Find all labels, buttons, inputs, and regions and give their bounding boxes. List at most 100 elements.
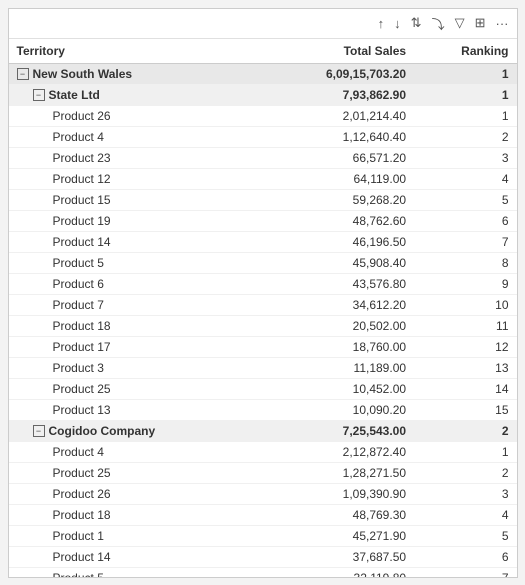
cell-ranking: 5 (414, 189, 516, 210)
cell-territory: Product 18 (9, 504, 259, 525)
table-row: Product 251,28,271.502 (9, 462, 517, 483)
table-row: Product 1820,502.0011 (9, 315, 517, 336)
cell-territory: Product 1 (9, 525, 259, 546)
cell-territory: −State Ltd (9, 84, 259, 105)
cell-ranking: 9 (414, 273, 516, 294)
cell-ranking: 14 (414, 378, 516, 399)
table-row: Product 311,189.0013 (9, 357, 517, 378)
layout-icon[interactable]: ⊞ (473, 14, 488, 32)
table-row: Product 532,119.807 (9, 567, 517, 577)
table-row: Product 1718,760.0012 (9, 336, 517, 357)
cell-ranking: 8 (414, 252, 516, 273)
table-row: Product 1948,762.606 (9, 210, 517, 231)
expand-icon[interactable]: − (33, 425, 45, 437)
cell-territory: Product 6 (9, 273, 259, 294)
table-header-row: Territory Total Sales Ranking (9, 39, 517, 64)
table-row: Product 643,576.809 (9, 273, 517, 294)
cell-sales: 48,769.30 (259, 504, 414, 525)
col-total-sales: Total Sales (259, 39, 414, 64)
cell-sales: 20,502.00 (259, 315, 414, 336)
cell-ranking: 7 (414, 231, 516, 252)
cell-territory: Product 14 (9, 546, 259, 567)
cell-ranking: 1 (414, 105, 516, 126)
cell-sales: 45,271.90 (259, 525, 414, 546)
cell-ranking: 2 (414, 420, 516, 441)
cell-territory: Product 26 (9, 105, 259, 126)
cell-territory: Product 19 (9, 210, 259, 231)
col-territory: Territory (9, 39, 259, 64)
expand-icon[interactable]: − (17, 68, 29, 80)
cell-ranking: 3 (414, 147, 516, 168)
cell-sales: 18,760.00 (259, 336, 414, 357)
cell-ranking: 5 (414, 525, 516, 546)
cell-territory: −Cogidoo Company (9, 420, 259, 441)
table-row: Product 262,01,214.401 (9, 105, 517, 126)
data-table: Territory Total Sales Ranking −New South… (9, 39, 517, 577)
cell-ranking: 1 (414, 441, 516, 462)
table-row: −Cogidoo Company7,25,543.002 (9, 420, 517, 441)
cell-sales: 7,93,862.90 (259, 84, 414, 105)
cell-ranking: 7 (414, 567, 516, 577)
table-row: Product 42,12,872.401 (9, 441, 517, 462)
cell-sales: 48,762.60 (259, 210, 414, 231)
cell-sales: 64,119.00 (259, 168, 414, 189)
cell-sales: 6,09,15,703.20 (259, 63, 414, 84)
cell-sales: 7,25,543.00 (259, 420, 414, 441)
cell-ranking: 6 (414, 210, 516, 231)
table-row: Product 1310,090.2015 (9, 399, 517, 420)
cell-sales: 1,28,271.50 (259, 462, 414, 483)
sort-group-icon[interactable]: ⇅ (409, 14, 424, 32)
cell-ranking: 2 (414, 126, 516, 147)
cell-territory: Product 4 (9, 441, 259, 462)
sort-asc-icon[interactable]: ↑ (376, 15, 387, 32)
table-row: Product 1446,196.507 (9, 231, 517, 252)
cell-sales: 32,119.80 (259, 567, 414, 577)
cell-ranking: 13 (414, 357, 516, 378)
cell-sales: 45,908.40 (259, 252, 414, 273)
table-row: Product 1559,268.205 (9, 189, 517, 210)
cell-ranking: 3 (414, 483, 516, 504)
cell-ranking: 10 (414, 294, 516, 315)
cell-ranking: 6 (414, 546, 516, 567)
table-wrapper[interactable]: Territory Total Sales Ranking −New South… (9, 39, 517, 577)
more-icon[interactable]: ··· (494, 15, 511, 32)
cell-ranking: 15 (414, 399, 516, 420)
table-row: −New South Wales6,09,15,703.201 (9, 63, 517, 84)
cell-sales: 66,571.20 (259, 147, 414, 168)
cell-territory: Product 18 (9, 315, 259, 336)
cell-sales: 59,268.20 (259, 189, 414, 210)
cell-territory: Product 25 (9, 462, 259, 483)
cell-territory: Product 26 (9, 483, 259, 504)
table-row: Product 1848,769.304 (9, 504, 517, 525)
sort-desc-icon[interactable]: ↓ (392, 15, 403, 32)
cell-sales: 43,576.80 (259, 273, 414, 294)
cell-ranking: 12 (414, 336, 516, 357)
table-row: Product 41,12,640.402 (9, 126, 517, 147)
toolbar: ↑ ↓ ⇅ ⤵ ▽ ⊞ ··· (9, 9, 517, 39)
cell-sales: 37,687.50 (259, 546, 414, 567)
cell-territory: Product 15 (9, 189, 259, 210)
drill-down-icon[interactable]: ⤵ (430, 13, 447, 34)
cell-sales: 1,09,390.90 (259, 483, 414, 504)
table-row: Product 734,612.2010 (9, 294, 517, 315)
cell-ranking: 4 (414, 504, 516, 525)
table-row: Product 2510,452.0014 (9, 378, 517, 399)
expand-icon[interactable]: − (33, 89, 45, 101)
cell-sales: 11,189.00 (259, 357, 414, 378)
cell-territory: Product 23 (9, 147, 259, 168)
table-row: −State Ltd7,93,862.901 (9, 84, 517, 105)
cell-ranking: 2 (414, 462, 516, 483)
cell-sales: 2,12,872.40 (259, 441, 414, 462)
table-row: Product 545,908.408 (9, 252, 517, 273)
cell-ranking: 4 (414, 168, 516, 189)
cell-territory: Product 17 (9, 336, 259, 357)
table-row: Product 145,271.905 (9, 525, 517, 546)
cell-territory: Product 5 (9, 567, 259, 577)
filter-icon[interactable]: ▽ (453, 14, 467, 32)
cell-territory: Product 13 (9, 399, 259, 420)
cell-territory: Product 3 (9, 357, 259, 378)
cell-sales: 10,452.00 (259, 378, 414, 399)
cell-territory: Product 4 (9, 126, 259, 147)
table-row: Product 1437,687.506 (9, 546, 517, 567)
cell-sales: 10,090.20 (259, 399, 414, 420)
